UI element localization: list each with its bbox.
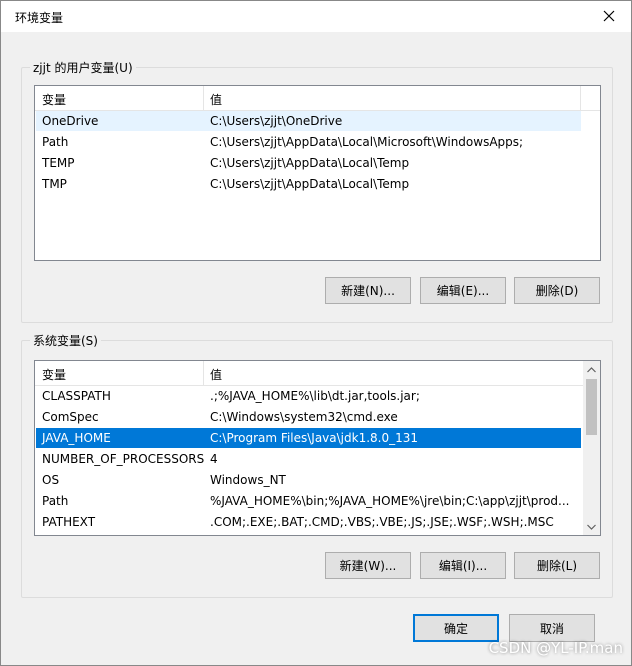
variable-value: %JAVA_HOME%\bin;%JAVA_HOME%\jre\bin;C:\a… — [210, 494, 570, 508]
close-button[interactable] — [597, 5, 621, 27]
variable-value: C:\Users\zjjt\AppData\Local\Temp — [210, 156, 410, 170]
variable-name: TEMP — [42, 156, 75, 170]
system-new-button[interactable]: 新建(W)... — [325, 552, 411, 579]
variable-name: CLASSPATH — [42, 389, 111, 403]
user-variables-label: zjjt 的用户变量(U) — [30, 59, 136, 76]
system-edit-button[interactable]: 编辑(I)... — [420, 552, 506, 579]
close-icon — [603, 10, 615, 22]
user-list-header: 变量 值 — [35, 86, 600, 111]
column-header-variable[interactable]: 变量 — [42, 91, 66, 108]
variable-name: JAVA_HOME — [42, 431, 111, 445]
environment-variables-dialog: 环境变量 zjjt 的用户变量(U) 变量 值 OneDrive C:\User… — [0, 0, 632, 666]
cancel-button[interactable]: 取消 — [509, 614, 595, 642]
system-list-header: 变量 值 — [35, 361, 583, 386]
user-edit-button[interactable]: 编辑(E)... — [420, 277, 506, 304]
column-header-variable[interactable]: 变量 — [42, 366, 66, 383]
column-separator[interactable] — [580, 86, 581, 110]
vertical-scrollbar[interactable] — [583, 361, 600, 535]
ok-button[interactable]: 确定 — [413, 614, 499, 642]
list-item[interactable]: CLASSPATH .;%JAVA_HOME%\lib\dt.jar,tools… — [36, 386, 581, 406]
list-item-selected[interactable]: JAVA_HOME C:\Program Files\Java\jdk1.8.0… — [36, 428, 581, 448]
variable-value: C:\Users\zjjt\OneDrive — [210, 114, 343, 128]
variable-name: Path — [42, 494, 69, 508]
window-title: 环境变量 — [15, 11, 64, 25]
user-delete-button[interactable]: 删除(D) — [514, 277, 600, 304]
variable-value: 4 — [210, 452, 218, 466]
column-header-value[interactable]: 值 — [210, 366, 222, 383]
watermark-text: CSDN @YL-IP.man — [488, 639, 623, 657]
list-item[interactable]: TMP C:\Users\zjjt\AppData\Local\Temp — [36, 174, 581, 194]
list-item[interactable]: Path C:\Users\zjjt\AppData\Local\Microso… — [36, 132, 581, 152]
list-item[interactable]: NUMBER_OF_PROCESSORS 4 — [36, 449, 581, 469]
variable-name: OS — [42, 473, 60, 487]
user-variables-group: zjjt 的用户变量(U) 变量 值 OneDrive C:\Users\zjj… — [21, 59, 613, 323]
list-item[interactable]: OS Windows_NT — [36, 470, 581, 490]
user-new-button[interactable]: 新建(N)... — [325, 277, 411, 304]
list-item[interactable]: TEMP C:\Users\zjjt\AppData\Local\Temp — [36, 153, 581, 173]
scroll-down-button[interactable] — [583, 518, 600, 535]
variable-value: .;%JAVA_HOME%\lib\dt.jar,tools.jar; — [210, 389, 420, 403]
variable-name: PATHEXT — [42, 515, 96, 529]
chevron-down-icon — [587, 524, 596, 530]
variable-name: NUMBER_OF_PROCESSORS — [42, 452, 205, 466]
variable-value: C:\Users\zjjt\AppData\Local\Microsoft\Wi… — [210, 135, 524, 149]
variable-value: C:\Windows\system32\cmd.exe — [210, 410, 398, 424]
variable-value: C:\Program Files\Java\jdk1.8.0_131 — [210, 431, 419, 445]
column-separator[interactable] — [203, 361, 204, 385]
system-variables-group: 系统变量(S) 变量 值 CLASSPATH .;%JAVA_HOME%\lib… — [21, 332, 613, 598]
list-item[interactable]: PATHEXT .COM;.EXE;.BAT;.CMD;.VBS;.VBE;.J… — [36, 512, 581, 532]
user-variables-list[interactable]: 变量 值 OneDrive C:\Users\zjjt\OneDrive Pat… — [34, 85, 601, 261]
chevron-up-icon — [587, 366, 596, 372]
system-variables-list[interactable]: 变量 值 CLASSPATH .;%JAVA_HOME%\lib\dt.jar,… — [34, 360, 601, 536]
scroll-up-button[interactable] — [583, 361, 600, 378]
scrollbar-thumb[interactable] — [586, 379, 597, 435]
list-item[interactable]: ComSpec C:\Windows\system32\cmd.exe — [36, 407, 581, 427]
variable-name: TMP — [42, 177, 67, 191]
list-item[interactable]: Path %JAVA_HOME%\bin;%JAVA_HOME%\jre\bin… — [36, 491, 581, 511]
system-variables-label: 系统变量(S) — [30, 332, 101, 349]
column-header-value[interactable]: 值 — [210, 91, 222, 108]
column-separator[interactable] — [203, 86, 204, 110]
title-bar[interactable]: 环境变量 — [1, 1, 631, 32]
variable-value: C:\Users\zjjt\AppData\Local\Temp — [210, 177, 410, 191]
variable-name: OneDrive — [42, 114, 99, 128]
variable-value: Windows_NT — [210, 473, 286, 487]
list-item[interactable]: OneDrive C:\Users\zjjt\OneDrive — [36, 111, 581, 131]
system-delete-button[interactable]: 删除(L) — [514, 552, 600, 579]
variable-name: ComSpec — [42, 410, 99, 424]
variable-value: .COM;.EXE;.BAT;.CMD;.VBS;.VBE;.JS;.JSE;.… — [210, 515, 554, 529]
variable-name: Path — [42, 135, 69, 149]
